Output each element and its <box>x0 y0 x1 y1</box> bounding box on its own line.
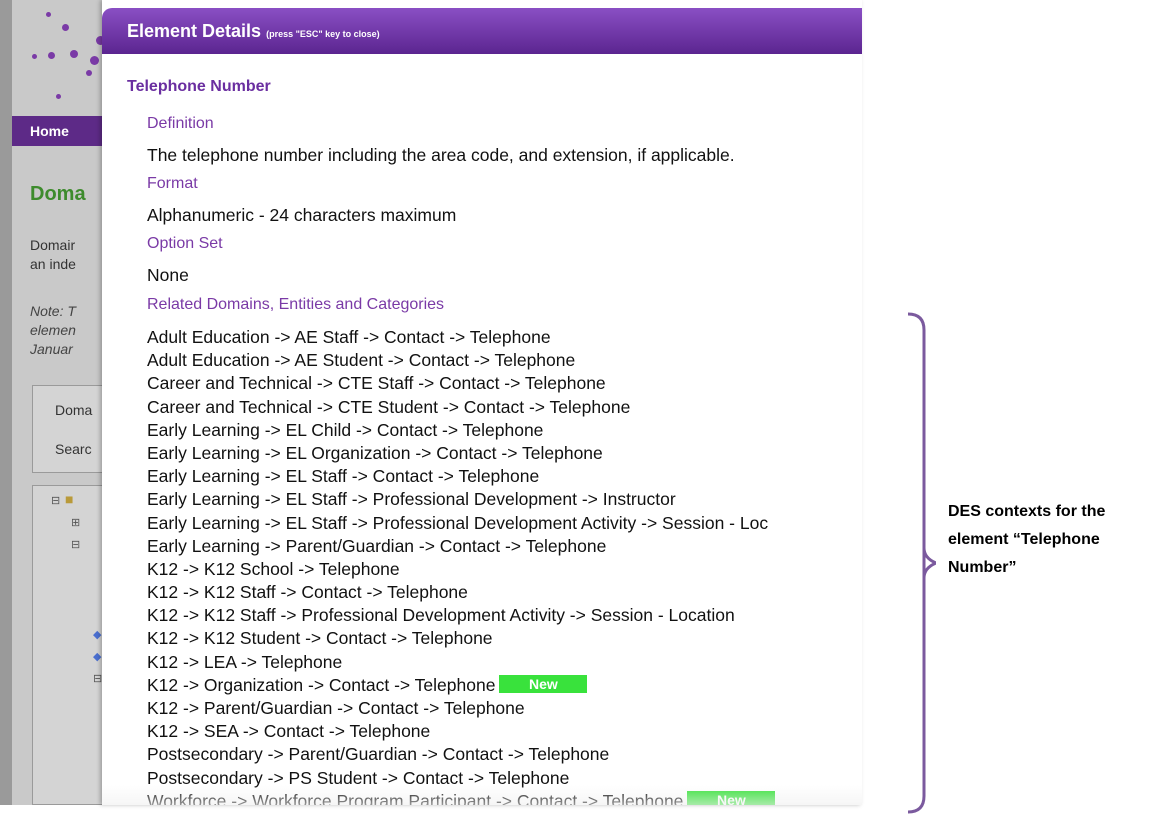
related-context-text: Career and Technical -> CTE Staff -> Con… <box>147 373 606 394</box>
related-context-text: Early Learning -> EL Child -> Contact ->… <box>147 419 544 440</box>
related-context-text: Adult Education -> AE Staff -> Contact -… <box>147 327 551 347</box>
nav-home-link[interactable]: Home <box>30 123 69 139</box>
tree-node-icon: ◆ <box>93 629 102 641</box>
domain-page-title: Doma <box>30 183 86 205</box>
related-context-text: Early Learning -> EL Organization -> Con… <box>147 442 603 463</box>
folder-icon: ■ <box>65 491 74 507</box>
related-context-text: K12 -> K12 School -> Telephone <box>147 558 400 579</box>
element-details-modal: Element Details (press "ESC" key to clos… <box>102 0 862 805</box>
related-context-item: Adult Education -> AE Student -> Contact… <box>147 349 862 372</box>
option-set-value: None <box>147 265 189 285</box>
window-edge <box>0 0 12 805</box>
related-context-text: K12 -> LEA -> Telephone <box>147 651 343 672</box>
tree-collapse-icon[interactable]: ⊟ <box>51 494 60 507</box>
related-context-item: Early Learning -> EL Staff -> Contact ->… <box>147 465 862 488</box>
related-context-text: Early Learning -> EL Staff -> Contact ->… <box>147 466 540 487</box>
site-logo <box>26 6 102 106</box>
related-context-item: Early Learning -> EL Organization -> Con… <box>147 442 862 465</box>
related-context-text: Early Learning -> EL Staff -> Profession… <box>147 512 769 533</box>
new-badge: New <box>687 790 776 805</box>
tree-node-icon: ◆ <box>93 651 102 663</box>
related-context-item: Postsecondary -> PS Student -> Contact -… <box>147 767 862 790</box>
modal-title: Element Details (press "ESC" key to clos… <box>127 21 380 42</box>
domain-tree: ⊟ ■ ⊞ ⊟ ◆ ◆ ⊟ <box>32 485 102 805</box>
note-text-line: elemen <box>30 322 76 338</box>
related-context-text: K12 -> K12 Student -> Contact -> Telepho… <box>147 628 493 649</box>
related-context-text: Career and Technical -> CTE Student -> C… <box>147 396 631 417</box>
tree-collapse-icon[interactable]: ⊟ <box>93 672 102 685</box>
related-context-text: Adult Education -> AE Student -> Contact… <box>147 350 576 371</box>
related-context-item: K12 -> Parent/Guardian -> Contact -> Tel… <box>147 697 862 720</box>
note-text-line: Januar <box>30 341 73 357</box>
related-context-text: K12 -> K12 Staff -> Contact -> Telephone <box>147 582 468 603</box>
related-context-item: Early Learning -> EL Staff -> Profession… <box>147 512 862 535</box>
related-context-text: Early Learning -> Parent/Guardian -> Con… <box>147 535 607 556</box>
related-context-text: Early Learning -> EL Staff -> Profession… <box>147 489 676 510</box>
modal-header: Element Details (press "ESC" key to clos… <box>102 8 862 54</box>
close-hint: (press "ESC" key to close) <box>266 29 380 39</box>
related-context-item: K12 -> K12 Staff -> Professional Develop… <box>147 604 862 627</box>
format-value: Alphanumeric - 24 characters maximum <box>147 205 457 225</box>
related-context-text: K12 -> Organization -> Contact -> Teleph… <box>147 674 496 695</box>
related-context-item: Career and Technical -> CTE Student -> C… <box>147 396 862 419</box>
note-text-line: Note: T <box>30 303 76 319</box>
related-context-item: Early Learning -> Parent/Guardian -> Con… <box>147 535 862 558</box>
domain-filter-label: Doma <box>55 402 93 418</box>
related-context-item: K12 -> K12 Student -> Contact -> Telepho… <box>147 627 862 650</box>
intro-text-line: Domair <box>30 237 76 253</box>
related-context-text: K12 -> Parent/Guardian -> Contact -> Tel… <box>147 698 525 718</box>
related-context-text: K12 -> SEA -> Contact -> Telephone <box>147 721 431 742</box>
right-bracket-annotation <box>907 312 936 814</box>
intro-text-line: an inde <box>30 256 76 272</box>
annotation-line: DES contexts for the <box>948 503 1106 520</box>
annotation-line: Number” <box>948 559 1017 576</box>
related-context-item: Workforce -> Workforce Program Participa… <box>147 790 862 805</box>
option-set-label: Option Set <box>147 235 223 252</box>
related-context-text: Workforce -> Workforce Program Participa… <box>147 790 684 805</box>
related-context-item: Career and Technical -> CTE Staff -> Con… <box>147 372 862 395</box>
related-context-item: K12 -> SEA -> Contact -> Telephone <box>147 720 862 743</box>
related-context-item: K12 -> LEA -> Telephone <box>147 651 862 674</box>
related-contexts-list: Adult Education -> AE Staff -> Contact -… <box>147 326 862 805</box>
search-panel: Doma Searc <box>32 385 102 473</box>
related-context-item: Early Learning -> EL Staff -> Profession… <box>147 488 862 511</box>
definition-value: The telephone number including the area … <box>147 145 735 165</box>
search-label: Searc <box>55 441 92 457</box>
related-context-item: Early Learning -> EL Child -> Contact ->… <box>147 419 862 442</box>
related-context-item: K12 -> Organization -> Contact -> Teleph… <box>147 674 862 697</box>
modal-title-text: Element Details <box>127 21 262 41</box>
related-context-item: K12 -> K12 School -> Telephone <box>147 558 862 581</box>
related-context-text: K12 -> K12 Staff -> Professional Develop… <box>147 605 735 626</box>
element-name: Telephone Number <box>127 78 271 95</box>
format-label: Format <box>147 175 198 192</box>
related-context-item: K12 -> K12 Staff -> Contact -> Telephone <box>147 581 862 604</box>
tree-collapse-icon[interactable]: ⊟ <box>71 538 80 551</box>
new-badge: New <box>499 674 588 693</box>
related-context-text: Postsecondary -> PS Student -> Contact -… <box>147 767 570 788</box>
tree-expand-icon[interactable]: ⊞ <box>71 516 80 529</box>
annotation-line: element “Telephone <box>948 531 1100 548</box>
related-context-item: Adult Education -> AE Staff -> Contact -… <box>147 326 862 349</box>
related-context-text: Postsecondary -> Parent/Guardian -> Cont… <box>147 744 610 765</box>
definition-label: Definition <box>147 115 214 132</box>
annotation-callout: DES contexts for the element “Telephone … <box>948 498 1153 582</box>
related-context-item: Postsecondary -> Parent/Guardian -> Cont… <box>147 743 862 766</box>
related-label: Related Domains, Entities and Categories <box>147 296 445 313</box>
